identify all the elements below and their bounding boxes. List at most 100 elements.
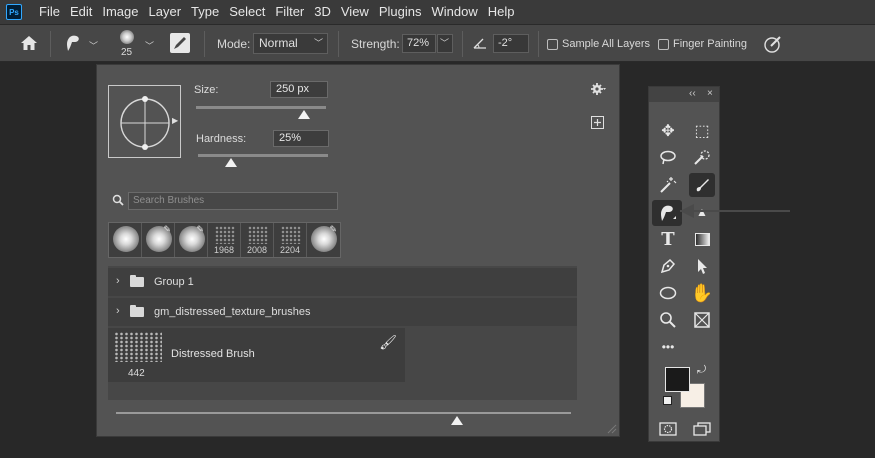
brush-tip-preview bbox=[120, 30, 134, 44]
photoshop-logo[interactable]: Ps bbox=[6, 4, 22, 20]
move-tool-icon[interactable]: ✥ bbox=[655, 119, 681, 143]
quick-mask-icon[interactable] bbox=[655, 417, 681, 441]
type-tool-icon[interactable]: T bbox=[655, 227, 681, 251]
brush-picker-chevron-icon[interactable]: ﹀ bbox=[145, 39, 154, 52]
hardness-input[interactable]: 25% bbox=[273, 130, 329, 147]
foreground-color-swatch[interactable] bbox=[665, 367, 690, 392]
menu-help[interactable]: Help bbox=[483, 0, 520, 24]
recent-brush-tile[interactable] bbox=[109, 223, 142, 257]
quick-selection-tool-icon[interactable] bbox=[689, 146, 715, 170]
callout-arrow-head bbox=[680, 204, 694, 218]
texture-brush-thumbnail bbox=[248, 226, 268, 244]
tools-panel-header: ‹‹ × bbox=[649, 87, 719, 102]
brush-list-item[interactable]: 442 Distressed Brush 🖌 bbox=[108, 328, 405, 382]
pressure-brush-icon[interactable] bbox=[763, 34, 783, 54]
marquee-tool-icon[interactable]: ⬚ bbox=[689, 119, 715, 143]
brush-settings-icon bbox=[174, 37, 186, 49]
hardness-slider-track[interactable] bbox=[198, 154, 328, 157]
brush-group-row[interactable]: › gm_distressed_texture_brushes bbox=[108, 298, 577, 326]
recent-brush-tile[interactable]: ✎ bbox=[307, 223, 340, 257]
brush-settings-toggle[interactable] bbox=[170, 33, 190, 53]
smudge-tool-icon[interactable] bbox=[652, 200, 682, 226]
gear-icon[interactable] bbox=[591, 82, 607, 96]
hand-tool-icon[interactable]: ✋ bbox=[689, 281, 715, 305]
menu-view[interactable]: View bbox=[336, 0, 374, 24]
preview-expand-icon[interactable]: ▶ bbox=[172, 116, 178, 125]
frame-tool-icon[interactable] bbox=[689, 308, 715, 332]
finger-painting-checkbox[interactable] bbox=[658, 39, 669, 50]
more-tools-icon[interactable]: ••• bbox=[655, 335, 681, 359]
folder-icon bbox=[130, 305, 144, 317]
menu-image[interactable]: Image bbox=[97, 0, 143, 24]
texture-brush-thumbnail bbox=[215, 226, 235, 244]
lasso-tool-icon[interactable] bbox=[655, 146, 681, 170]
strength-dropdown-button[interactable]: ﹀ bbox=[437, 34, 453, 53]
sample-all-layers-checkbox[interactable] bbox=[547, 39, 558, 50]
mode-select[interactable]: Normal ﹀ bbox=[253, 33, 328, 54]
collapse-panel-icon[interactable]: ‹‹ bbox=[689, 88, 696, 99]
size-input[interactable]: 250 px bbox=[270, 81, 328, 98]
recent-brush-tile[interactable]: 1968 bbox=[208, 223, 241, 257]
recent-brush-tile[interactable]: 2008 bbox=[241, 223, 274, 257]
hardness-label: Hardness: bbox=[196, 133, 247, 145]
ellipse-tool-icon[interactable] bbox=[655, 281, 681, 305]
brush-preset-picker[interactable]: 25 bbox=[112, 28, 144, 60]
gradient-tool-icon[interactable] bbox=[689, 227, 715, 251]
hardness-slider-thumb[interactable] bbox=[224, 158, 237, 167]
magic-wand-tool-icon[interactable] bbox=[655, 173, 681, 197]
search-icon bbox=[112, 194, 124, 206]
menu-window[interactable]: Window bbox=[426, 0, 482, 24]
preview-scroll-track[interactable] bbox=[116, 412, 571, 414]
menu-plugins[interactable]: Plugins bbox=[374, 0, 427, 24]
resize-grip-icon[interactable] bbox=[605, 422, 617, 434]
brush-list: › Group 1 › gm_distressed_texture_brushe… bbox=[108, 266, 577, 400]
smudge-tool-icon[interactable] bbox=[63, 34, 83, 52]
brush-tool-icon: ✎ bbox=[329, 224, 337, 234]
folder-icon bbox=[130, 275, 144, 287]
preview-scroll-thumb[interactable] bbox=[451, 416, 464, 425]
menu-filter[interactable]: Filter bbox=[270, 0, 309, 24]
new-preset-icon[interactable] bbox=[591, 116, 604, 129]
brush-name: Distressed Brush bbox=[171, 348, 255, 360]
size-slider-thumb[interactable] bbox=[297, 110, 310, 119]
brush-roundness-diagram bbox=[120, 96, 170, 150]
search-brushes-input[interactable]: Search Brushes bbox=[128, 192, 338, 210]
mode-label: Mode: bbox=[217, 37, 251, 51]
strength-input[interactable]: 72% bbox=[402, 34, 436, 53]
finger-painting-label: Finger Painting bbox=[673, 38, 747, 50]
menu-edit[interactable]: Edit bbox=[65, 0, 97, 24]
zoom-tool-icon[interactable] bbox=[655, 308, 681, 332]
pen-tool-icon[interactable] bbox=[655, 254, 681, 278]
brush-angle-preview[interactable] bbox=[108, 85, 181, 158]
texture-brush-thumbnail bbox=[281, 226, 301, 244]
options-bar: ﹀ 25 ﹀ Mode: Normal ﹀ Strength: 72% ﹀ -2… bbox=[0, 24, 875, 62]
separator bbox=[204, 31, 205, 57]
brush-tool-icon: ✎ bbox=[196, 224, 204, 234]
angle-input[interactable]: -2° bbox=[493, 34, 529, 53]
chevron-right-icon[interactable]: › bbox=[116, 275, 120, 287]
path-selection-tool-icon[interactable] bbox=[689, 254, 715, 278]
callout-arrow-line bbox=[680, 210, 790, 212]
recent-brush-tile[interactable]: 2204 bbox=[274, 223, 307, 257]
home-icon[interactable] bbox=[20, 35, 38, 51]
brush-number: 442 bbox=[128, 368, 145, 379]
brush-group-row[interactable]: › Group 1 bbox=[108, 268, 577, 296]
tool-preset-chevron-icon[interactable]: ﹀ bbox=[89, 39, 98, 52]
separator bbox=[538, 31, 539, 57]
brush-tool-icon[interactable] bbox=[689, 173, 715, 197]
strength-label: Strength: bbox=[351, 37, 400, 51]
swap-colors-icon[interactable]: ⤾ bbox=[697, 364, 706, 377]
menu-select[interactable]: Select bbox=[224, 0, 270, 24]
menu-layer[interactable]: Layer bbox=[144, 0, 187, 24]
close-panel-icon[interactable]: × bbox=[707, 88, 713, 99]
size-slider-track[interactable] bbox=[196, 106, 326, 109]
default-colors-icon[interactable] bbox=[663, 396, 672, 405]
screen-mode-icon[interactable] bbox=[689, 417, 715, 441]
menu-type[interactable]: Type bbox=[186, 0, 224, 24]
chevron-right-icon[interactable]: › bbox=[116, 305, 120, 317]
menu-3d[interactable]: 3D bbox=[309, 0, 336, 24]
separator bbox=[338, 31, 339, 57]
menu-file[interactable]: File bbox=[34, 0, 65, 24]
recent-brush-tile[interactable]: ✎ bbox=[175, 223, 208, 257]
recent-brush-tile[interactable]: ✎ bbox=[142, 223, 175, 257]
